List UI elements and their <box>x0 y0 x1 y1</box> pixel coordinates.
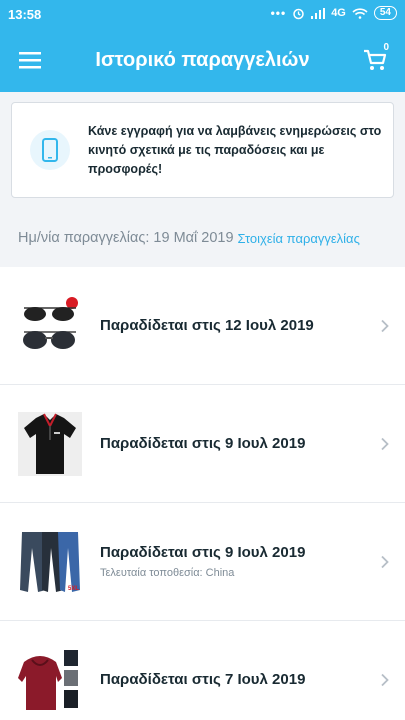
signal-icon <box>311 7 326 19</box>
chevron-right-icon <box>381 319 389 332</box>
status-icons: ••• 4G 54 <box>271 6 397 20</box>
order-items-list: Παραδίδεται στις 12 Ιουλ 2019 Παραδίδετα… <box>0 267 405 720</box>
banner-text: Κάνε εγγραφή για να λαμβάνεις ενημερώσει… <box>88 123 382 176</box>
phone-icon-wrap <box>30 130 70 170</box>
phone-icon <box>42 138 58 162</box>
cart-count-badge: 0 <box>383 42 389 53</box>
svg-text:5XL: 5XL <box>68 586 79 592</box>
cart-button[interactable]: 0 <box>361 42 389 74</box>
hoodie-image <box>18 648 82 712</box>
order-item[interactable]: Παραδίδεται στις 7 Ιουλ 2019 <box>0 621 405 720</box>
delivery-date: Παραδίδεται στις 7 Ιουλ 2019 <box>100 671 306 688</box>
battery-indicator: 54 <box>373 6 397 20</box>
hamburger-icon <box>19 52 41 69</box>
chevron-right-icon <box>381 437 389 450</box>
polo-shirt-image <box>18 411 82 476</box>
more-notifications-icon: ••• <box>270 6 287 20</box>
last-location: Τελευταία τοποθεσία: China <box>100 567 235 579</box>
chevron-right-icon <box>381 673 389 686</box>
order-item[interactable]: Παραδίδεται στις 9 Ιουλ 2019 <box>0 385 405 503</box>
network-type: 4G <box>331 7 346 19</box>
app-bar: Ιστορικό παραγγελιών 0 <box>0 28 405 92</box>
order-details-link[interactable]: Στοιχεία παραγγελίας <box>238 231 360 246</box>
delivery-date: Παραδίδεται στις 9 Ιουλ 2019 <box>100 544 306 561</box>
order-date-label: Ημ/νία παραγγελίας: 19 Μαΐ 2019 <box>18 230 234 246</box>
order-date-row: Ημ/νία παραγγελίας: 19 Μαΐ 2019 Στοιχεία… <box>0 209 405 267</box>
status-bar: 13:58 ••• 4G 54 <box>0 0 405 28</box>
menu-button[interactable] <box>16 46 44 74</box>
delivery-date: Παραδίδεται στις 12 Ιουλ 2019 <box>100 317 314 334</box>
sunglasses-image <box>18 294 82 358</box>
order-item[interactable]: 5XL Παραδίδεται στις 9 Ιουλ 2019 Τελευτα… <box>0 503 405 621</box>
wifi-icon <box>352 7 368 19</box>
main-content: Κάνε εγγραφή για να λαμβάνεις ενημερώσει… <box>0 92 405 720</box>
register-banner[interactable]: Κάνε εγγραφή για να λαμβάνεις ενημερώσει… <box>11 102 394 198</box>
order-item[interactable]: Παραδίδεται στις 12 Ιουλ 2019 <box>0 267 405 385</box>
top-bar: 13:58 ••• 4G 54 Ιστορικό παραγγελιών 0 <box>0 0 405 92</box>
jeans-image: 5XL <box>18 530 82 594</box>
delivery-date: Παραδίδεται στις 9 Ιουλ 2019 <box>100 435 306 452</box>
chevron-right-icon <box>381 555 389 568</box>
status-time: 13:58 <box>8 7 42 22</box>
page-title: Ιστορικό παραγγελιών <box>95 48 310 71</box>
alarm-icon <box>293 8 304 19</box>
